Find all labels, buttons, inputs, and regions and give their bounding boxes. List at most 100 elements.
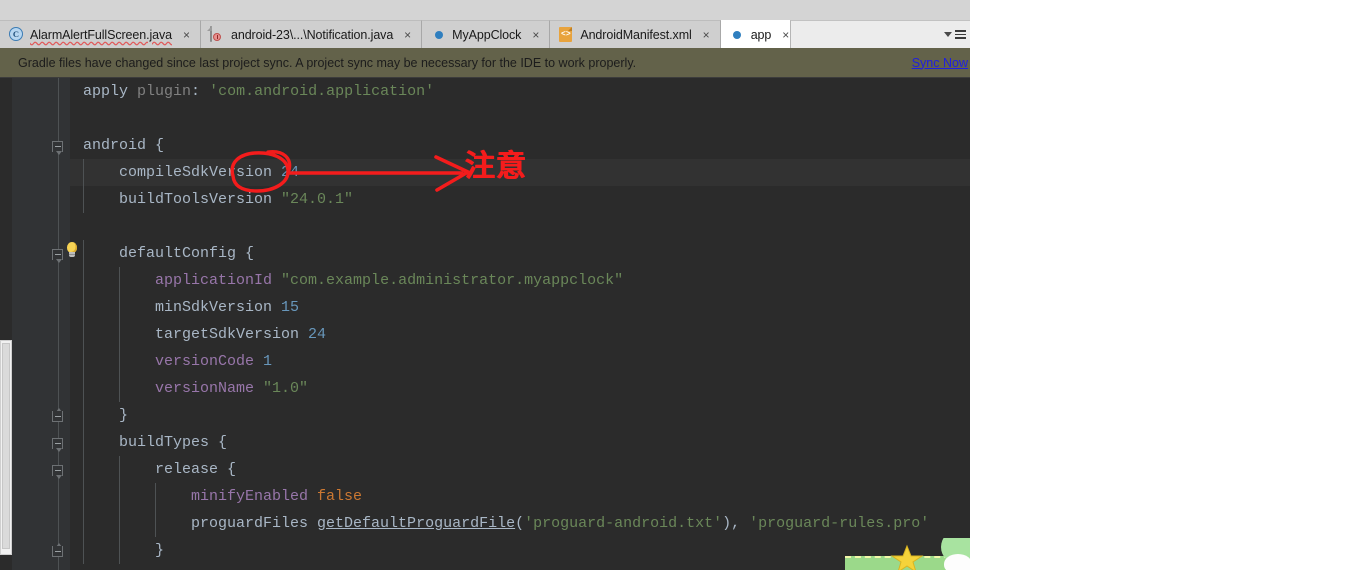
code-token: buildTypes xyxy=(119,434,210,451)
code-token: apply xyxy=(83,83,129,100)
indent-guide xyxy=(119,321,120,348)
code-line[interactable]: proguardFiles getDefaultProguardFile('pr… xyxy=(70,510,970,537)
code-token: 1 xyxy=(263,353,273,370)
indent-guide xyxy=(83,483,84,510)
code-line[interactable]: targetSdkVersion 24 xyxy=(70,321,970,348)
fold-marker-default-config-end[interactable] xyxy=(52,408,65,424)
code-line[interactable]: defaultConfig { xyxy=(70,240,970,267)
editor-gutter[interactable] xyxy=(12,78,77,570)
tab-myappclock[interactable]: MyAppClock × xyxy=(422,20,551,48)
tab-label: AlarmAlertFullScreen.java xyxy=(30,27,172,42)
code-token: ), xyxy=(722,515,750,532)
gradle-icon xyxy=(730,27,745,42)
tab-close-icon[interactable]: × xyxy=(701,28,712,42)
tab-close-icon[interactable]: × xyxy=(530,28,541,42)
xml-file-icon: <> xyxy=(559,27,574,42)
code-line[interactable] xyxy=(70,105,970,132)
editor-vertical-scrollbar[interactable] xyxy=(0,340,12,555)
tab-app-build-gradle[interactable]: app × xyxy=(720,20,801,48)
android-studio-window: C AlarmAlertFullScreen.java × android-23… xyxy=(0,0,970,570)
java-class-icon: C xyxy=(9,27,24,42)
code-line[interactable]: minSdkVersion 15 xyxy=(70,294,970,321)
indent-guide xyxy=(83,348,84,375)
tab-label: app xyxy=(750,27,772,42)
indent-guide xyxy=(83,267,84,294)
tab-close-icon[interactable]: × xyxy=(402,28,413,42)
indent-guide xyxy=(119,267,120,294)
code-line[interactable]: versionName "1.0" xyxy=(70,375,970,402)
code-line[interactable] xyxy=(70,213,970,240)
indent-guide xyxy=(83,375,84,402)
code-token: : xyxy=(191,83,210,100)
code-line[interactable]: } xyxy=(70,402,970,429)
indent-guide xyxy=(83,510,84,537)
code-line[interactable]: apply plugin: 'com.android.application' xyxy=(70,78,970,105)
code-token: minifyEnabled xyxy=(191,488,309,505)
code-line[interactable]: } xyxy=(70,537,970,564)
banner-message: Gradle files have changed since last pro… xyxy=(18,55,637,70)
hamburger-menu-icon[interactable] xyxy=(955,30,966,39)
code-token: getDefaultProguardFile xyxy=(317,515,516,532)
code-line[interactable]: minifyEnabled false xyxy=(70,483,970,510)
indent-guide xyxy=(119,537,120,564)
tab-notification-java[interactable]: android-23\...\Notification.java × xyxy=(201,20,423,48)
code-token: targetSdkVersion xyxy=(155,326,300,343)
code-token: 'proguard-rules.pro' xyxy=(749,515,930,532)
indent-guide xyxy=(119,456,120,483)
tab-alarm-alert-full-screen[interactable]: C AlarmAlertFullScreen.java × xyxy=(0,20,201,48)
code-token: proguardFiles xyxy=(191,515,309,532)
sync-now-link[interactable]: Sync Now xyxy=(912,56,968,70)
tab-label: MyAppClock xyxy=(452,27,522,42)
gradle-sync-notification-bar: Gradle files have changed since last pro… xyxy=(0,48,970,78)
game-overlay-widget[interactable] xyxy=(845,538,970,570)
code-token: "com.example.administrator.myappclock" xyxy=(281,272,624,289)
fold-marker-build-types[interactable] xyxy=(52,438,65,452)
code-token: defaultConfig xyxy=(119,245,237,262)
code-token: "24.0.1" xyxy=(281,191,354,208)
tab-label: AndroidManifest.xml xyxy=(580,27,692,42)
indent-guide xyxy=(155,483,156,510)
indent-guide xyxy=(83,402,84,429)
gradle-icon xyxy=(431,27,446,42)
chevron-down-icon[interactable] xyxy=(944,32,952,37)
code-token: buildToolsVersion xyxy=(119,191,273,208)
tab-android-manifest-xml[interactable]: <> AndroidManifest.xml × xyxy=(550,20,721,48)
code-token: compileSdkVersion xyxy=(119,164,273,181)
code-token: { xyxy=(236,245,255,262)
code-token: applicationId xyxy=(155,272,273,289)
indent-guide xyxy=(119,483,120,510)
code-token: 24 xyxy=(308,326,327,343)
indent-guide xyxy=(83,294,84,321)
fold-marker-android[interactable] xyxy=(52,141,65,155)
code-line[interactable]: buildTypes { xyxy=(70,429,970,456)
code-token: versionCode xyxy=(155,353,255,370)
code-line[interactable]: buildToolsVersion "24.0.1" xyxy=(70,186,970,213)
game-character-face xyxy=(944,554,970,570)
tab-strip-toolbar xyxy=(790,20,970,48)
code-token: android xyxy=(83,137,147,154)
fold-marker-release-end[interactable] xyxy=(52,543,65,559)
indent-guide xyxy=(83,456,84,483)
empty-white-area xyxy=(970,0,1360,570)
tab-close-icon[interactable]: × xyxy=(181,28,192,42)
code-token: } xyxy=(155,542,165,559)
indent-guide xyxy=(119,294,120,321)
fold-marker-release[interactable] xyxy=(52,465,65,479)
scrollbar-thumb[interactable] xyxy=(2,343,10,549)
code-line[interactable]: applicationId "com.example.administrator… xyxy=(70,267,970,294)
code-line[interactable]: versionCode 1 xyxy=(70,348,970,375)
code-line[interactable]: release { xyxy=(70,456,970,483)
code-token: 24 xyxy=(281,164,300,181)
